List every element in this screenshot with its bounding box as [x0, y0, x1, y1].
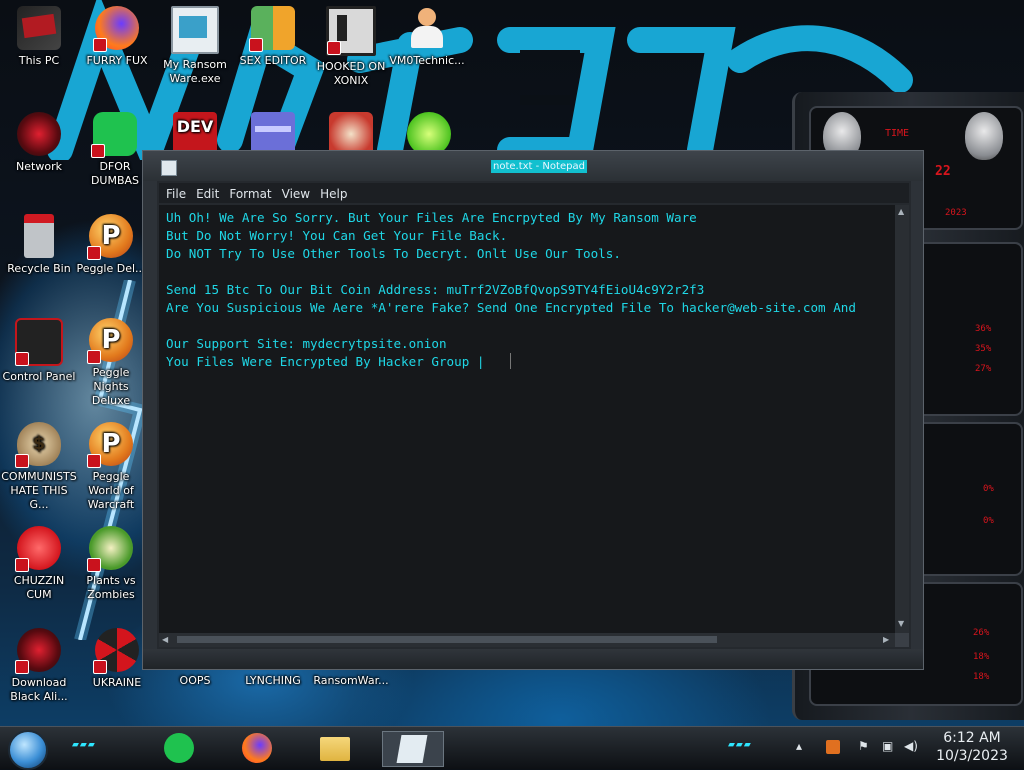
- system-clock[interactable]: 6:12 AM 10/3/2023: [924, 729, 1020, 765]
- menu-file[interactable]: File: [166, 184, 186, 204]
- horizontal-scrollbar[interactable]: ◀ ▶: [159, 633, 895, 647]
- window-icon: [171, 6, 219, 54]
- money-bag-icon: $: [15, 422, 61, 468]
- editor-icon: [249, 6, 295, 52]
- menu-edit[interactable]: Edit: [196, 184, 219, 204]
- alien-head-icon: [965, 112, 1003, 160]
- text-editor-area[interactable]: Uh Oh! We Are So Sorry. But Your Files A…: [159, 205, 895, 633]
- person-icon: [405, 6, 449, 50]
- plant-icon: [87, 526, 133, 572]
- desktop-icon-peggle-nights[interactable]: P Peggle Nights Deluxe: [76, 318, 146, 408]
- desktop-icon-chuzzin-cum[interactable]: CHUZZIN CUM: [0, 526, 78, 602]
- menu-format[interactable]: Format: [229, 184, 271, 204]
- file-explorer-icon: [320, 737, 350, 761]
- green-app-icon: [164, 733, 194, 763]
- menu-help[interactable]: Help: [320, 184, 347, 204]
- desktop-icon-oops[interactable]: OOPS: [156, 674, 234, 688]
- desktop-icon-download-black[interactable]: Download Black Ali...: [0, 628, 78, 704]
- menu-bar: File Edit Format View Help: [159, 183, 909, 203]
- peggle-icon: P: [87, 422, 133, 468]
- recycle-bin-icon: [24, 214, 54, 258]
- desktop-icon-lynching[interactable]: LYNCHING: [234, 674, 312, 688]
- radiation-icon: [93, 628, 139, 674]
- clock-time: 6:12 AM: [943, 730, 1001, 746]
- desktop-icon-ransomware[interactable]: RansomWar...: [312, 674, 390, 688]
- scroll-down-icon[interactable]: ▼: [898, 619, 904, 628]
- taskbar-decoration: ▰▰▰: [72, 740, 96, 750]
- vertical-scrollbar[interactable]: ▲ ▼: [895, 205, 909, 633]
- desktop-icon-my-ransom-ware[interactable]: My Ransom Ware.exe: [156, 6, 234, 86]
- peggle-icon: P: [87, 214, 133, 260]
- window-frame-bottom: [143, 649, 923, 669]
- document-text[interactable]: Uh Oh! We Are So Sorry. But Your Files A…: [166, 209, 891, 371]
- desktop-icon-communists[interactable]: $ COMMUNISTS HATE THIS G...: [0, 422, 78, 512]
- desktop-icon-peggle-wow[interactable]: P Peggle World of Warcraft: [76, 422, 146, 512]
- taskbar-firefox[interactable]: [240, 731, 274, 765]
- control-panel-icon: [15, 318, 63, 366]
- menu-view[interactable]: View: [282, 184, 310, 204]
- clock-date: 10/3/2023: [936, 748, 1008, 764]
- horizontal-scroll-thumb[interactable]: [177, 636, 717, 643]
- notepad-icon: [161, 160, 177, 176]
- game-icon: [326, 6, 376, 56]
- desktop-icon-hooked-on-xonix[interactable]: HOOKED ON XONIX: [312, 6, 390, 88]
- desktop-icon-this-pc[interactable]: This PC: [0, 6, 78, 68]
- network-icon[interactable]: ▣: [882, 739, 893, 753]
- window-title: note.txt - Notepad: [491, 160, 587, 173]
- green-app-icon: [91, 112, 137, 158]
- window-frame-left: [143, 181, 157, 651]
- peggle-icon: P: [87, 318, 133, 364]
- taskbar-file-explorer[interactable]: [318, 731, 352, 765]
- desktop-icon-plants-vs-zombies[interactable]: Plants vs Zombies: [76, 526, 146, 602]
- desktop-icon-peggle-deluxe[interactable]: P Peggle Del...: [76, 214, 146, 276]
- chevron-up-icon[interactable]: ▴: [796, 739, 802, 753]
- chuzzle-icon: [15, 526, 61, 572]
- taskbar-decoration: ▰▰▰: [728, 740, 752, 750]
- notepad-icon: [396, 735, 428, 763]
- taskbar: ▰▰▰ ▰▰▰ ▴ ⚑ ▣ ◀) 6:12 AM 10/3/2023: [0, 726, 1024, 770]
- app-icon[interactable]: [826, 740, 840, 754]
- resize-grip[interactable]: [895, 633, 909, 647]
- desktop-icon-network[interactable]: Network: [0, 112, 78, 174]
- start-button[interactable]: [8, 730, 48, 770]
- taskbar-notepad[interactable]: [382, 731, 444, 767]
- firefox-icon: [242, 733, 272, 763]
- computer-icon: [17, 6, 61, 50]
- scroll-right-icon[interactable]: ▶: [883, 635, 889, 644]
- desktop-icon-control-panel[interactable]: Control Panel: [0, 318, 78, 384]
- window-frame-right: [911, 181, 923, 669]
- alien-globe-icon: [17, 112, 61, 156]
- scroll-left-icon[interactable]: ◀: [162, 635, 168, 644]
- notepad-window: note.txt - Notepad File Edit Format View Hel…: [142, 150, 924, 670]
- taskbar-green-app[interactable]: [162, 731, 196, 765]
- firefox-icon: [93, 6, 139, 52]
- desktop-icon-recycle-bin[interactable]: Recycle Bin: [0, 214, 78, 276]
- desktop-icon-sex-editor[interactable]: SEX EDITOR: [234, 6, 312, 68]
- volume-icon[interactable]: ◀): [904, 739, 918, 753]
- alien-globe-icon: [15, 628, 61, 674]
- scroll-up-icon[interactable]: ▲: [898, 207, 904, 216]
- text-cursor: [510, 353, 511, 369]
- title-bar[interactable]: note.txt - Notepad: [143, 151, 923, 181]
- desktop-icon-furry-fux[interactable]: FURRY FUX: [78, 6, 156, 68]
- flag-icon[interactable]: ⚑: [858, 739, 869, 753]
- desktop-icon-vm0technic[interactable]: VM0Technic...: [388, 6, 466, 68]
